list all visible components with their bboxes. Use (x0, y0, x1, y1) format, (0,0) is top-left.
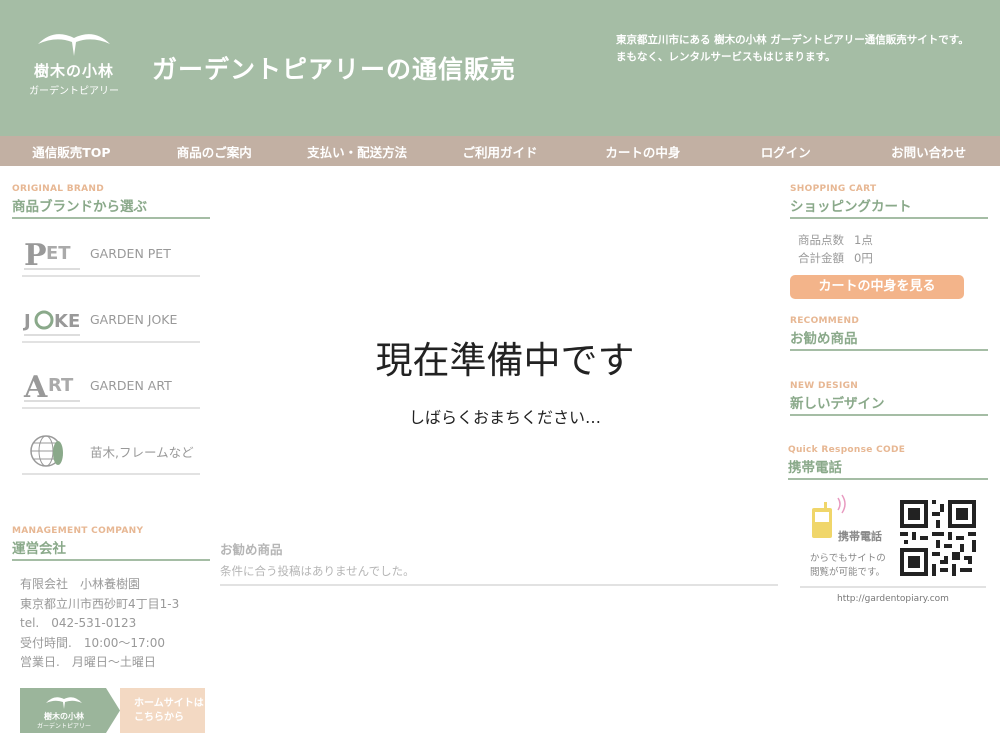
svg-text:RT: RT (48, 375, 74, 396)
company-section-title: 運営会社 (12, 537, 210, 561)
logo-text-sub: ガーデントピアリー (29, 86, 119, 97)
recommend-section: RECOMMEND お勧め商品 (790, 316, 988, 351)
nav-products[interactable]: 商品のご案内 (143, 136, 286, 166)
globe-frame-icon (30, 435, 63, 467)
brand-item-joke[interactable]: J KE GARDEN JOKE (12, 285, 210, 351)
mobile-section: Quick Response CODE 携帯電話 (788, 445, 988, 480)
brand-section: ORIGINAL BRAND 商品ブランドから選ぶ P ET GARDEN PE… (12, 184, 210, 483)
home-banner-text: ホームサイトは こちらから (120, 688, 205, 733)
cart-summary: 商品点数 1点 合計金額 0円 (790, 231, 988, 267)
company-days: 営業日. 月曜日〜土曜日 (20, 655, 156, 669)
new-design-section-title[interactable]: 新しいデザイン (790, 392, 988, 416)
site-title[interactable]: ガーデントピアリーの通信販売 (152, 50, 516, 86)
mobile-text-line2: 閲覧が可能です。 (810, 567, 886, 578)
brand-item-seedlings[interactable]: 苗木,フレームなど (12, 417, 210, 483)
brand-item-pet[interactable]: P ET GARDEN PET (12, 219, 210, 285)
cart-count-row: 商品点数 1点 (798, 231, 988, 249)
site-header: 樹木の小林 ガーデントピアリー ガーデントピアリーの通信販売 東京都立川市にある… (0, 0, 1000, 136)
nav-top[interactable]: 通信販売TOP (0, 136, 143, 166)
cart-total-row: 合計金額 0円 (798, 249, 988, 267)
view-cart-button[interactable]: カートの中身を見る (790, 275, 964, 299)
nav-cart[interactable]: カートの中身 (571, 136, 714, 166)
nav-guide[interactable]: ご利用ガイド (429, 136, 572, 166)
brand-section-title: 商品ブランドから選ぶ (12, 195, 210, 219)
recommend-section-title[interactable]: お勧め商品 (790, 327, 988, 351)
company-info: 有限会社 小林養樹園 東京都立川市西砂町4丁目1-3 tel. 042-531-… (12, 575, 210, 673)
svg-text:KE: KE (54, 311, 80, 332)
new-design-section: NEW DESIGN 新しいデザイン (790, 381, 988, 416)
home-banner-line1: ホームサイトは (134, 698, 204, 709)
cart-count-label: 商品点数 (798, 233, 844, 247)
site-logo[interactable]: 樹木の小林 ガーデントピアリー (22, 28, 126, 98)
cart-section: SHOPPING CART ショッピングカート 商品点数 1点 合計金額 0円 カー… (790, 184, 988, 299)
pet-logo-icon: P ET (24, 238, 80, 273)
maintenance-subtitle: しばらくおまちください… (408, 408, 601, 427)
recommend-section-subtitle: RECOMMEND (790, 316, 860, 326)
cart-total-value: 0円 (854, 251, 873, 265)
cart-section-title: ショッピングカート (790, 195, 988, 219)
home-banner-line2: こちらから (134, 712, 184, 723)
mobile-section-subtitle: Quick Response CODE (788, 445, 906, 455)
cart-count-value: 1点 (854, 233, 873, 247)
svg-text:A: A (23, 370, 48, 405)
brand-name: GARDEN JOKE (90, 311, 178, 327)
company-section: MANAGEMENT COMPANY 運営会社 有限会社 小林養樹園 東京都立川… (12, 526, 210, 673)
svg-text:J: J (22, 311, 31, 332)
cart-section-subtitle: SHOPPING CART (790, 184, 877, 194)
nav-contact[interactable]: お問い合わせ (857, 136, 1000, 166)
recommend-heading: お勧め商品 (220, 542, 283, 557)
banner-logo-text-main: 樹木の小林 (44, 711, 84, 721)
nav-payment-shipping[interactable]: 支払い・配送方法 (286, 136, 429, 166)
company-hours: 受付時間. 10:00〜17:00 (20, 635, 165, 650)
mobile-text: からでもサイトの 閲覧が可能です。 (810, 552, 886, 580)
brand-name: 苗木,フレームなど (90, 444, 194, 460)
company-name: 有限会社 小林養樹園 (20, 577, 141, 591)
company-tel: tel. 042-531-0123 (20, 616, 137, 630)
company-address: 東京都立川市西砂町4丁目1-3 (20, 596, 180, 611)
leaf-logo-icon (38, 34, 110, 56)
mobile-text-line1: からでもサイトの (810, 553, 886, 564)
svg-text:P: P (24, 238, 47, 273)
brand-name: GARDEN PET (90, 245, 171, 261)
qr-code-box: 携帯電話 からでもサイトの 閲覧が可能です。 (800, 494, 986, 588)
site-description: 東京都立川市にある 樹木の小林 ガーデントピアリー通信販売サイトです。まもなく、… (616, 34, 969, 63)
art-logo-icon: A RT (23, 370, 80, 405)
qr-code-icon (900, 500, 976, 576)
brand-name: GARDEN ART (90, 377, 172, 393)
recommend-empty-message: 条件に合う投稿はありませんでした。 (220, 563, 778, 586)
mobile-label: 携帯電話 (838, 530, 882, 543)
brand-section-subtitle: ORIGINAL BRAND (12, 184, 104, 194)
new-design-section-subtitle: NEW DESIGN (790, 381, 859, 391)
joke-logo-icon: J KE (22, 310, 80, 336)
logo-text-main: 樹木の小林 (33, 62, 114, 80)
home-site-banner[interactable]: 樹木の小林 ガーデントピアリー ホームサイトは こちらから (20, 688, 205, 733)
company-section-subtitle: MANAGEMENT COMPANY (12, 526, 144, 536)
mobile-section-title: 携帯電話 (788, 456, 988, 480)
banner-logo-text-sub: ガーデントピアリー (37, 722, 91, 730)
brand-item-art[interactable]: A RT GARDEN ART (12, 351, 210, 417)
home-banner-logo: 樹木の小林 ガーデントピアリー (20, 688, 120, 733)
site-url[interactable]: http://gardentopiary.com (800, 594, 986, 604)
cart-total-label: 合計金額 (798, 251, 844, 265)
banner-arrow-icon: 樹木の小林 ガーデントピアリー (20, 688, 120, 733)
main-nav: 通信販売TOP 商品のご案内 支払い・配送方法 ご利用ガイド カートの中身 ログ… (0, 136, 1000, 166)
svg-text:ET: ET (46, 243, 71, 264)
nav-login[interactable]: ログイン (714, 136, 857, 166)
maintenance-title: 現在準備中です (375, 339, 635, 382)
